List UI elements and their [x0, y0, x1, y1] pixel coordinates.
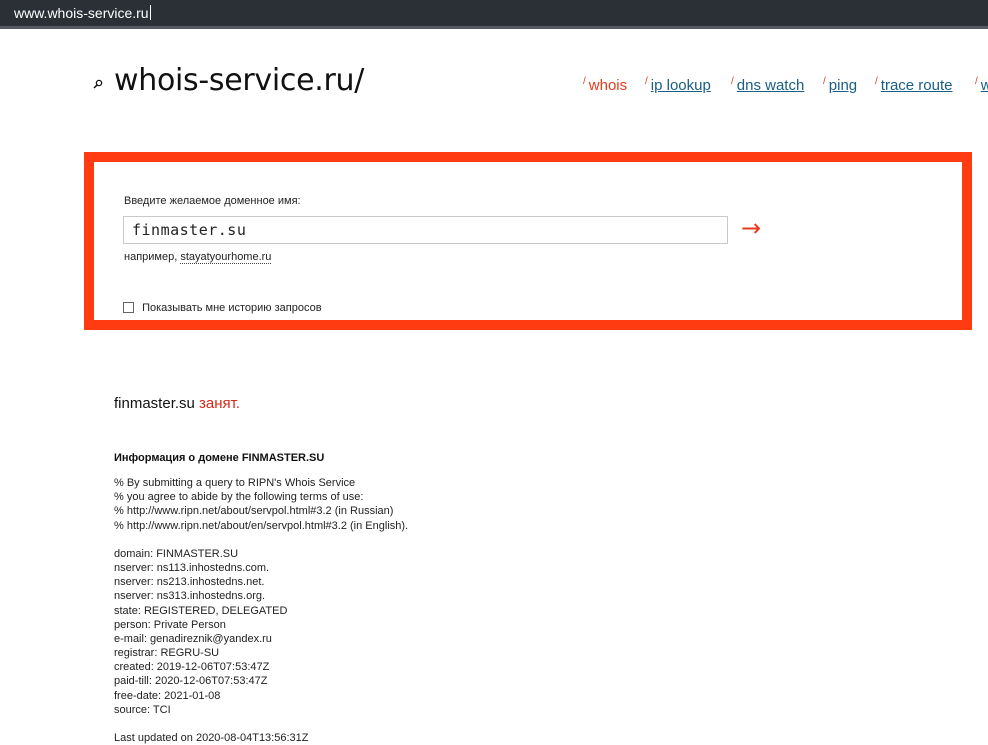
whois-terms-line: % http://www.ripn.net/about/servpol.html… — [114, 505, 394, 518]
nav-item-dns-watch[interactable]: / dns watch — [731, 76, 804, 94]
last-updated: Last updated on 2020-08-04T13:56:31Z — [114, 732, 309, 744]
whois-terms-line: % By submitting a query to RIPN's Whois … — [114, 477, 356, 489]
nav-item-ip-lookup[interactable]: / ip lookup — [645, 76, 711, 94]
result-status-line: finmaster.su занят. — [114, 395, 240, 412]
history-option[interactable]: Показывать мне историю запросов — [123, 296, 322, 314]
result-domain: finmaster.su — [114, 395, 195, 412]
history-checkbox-label[interactable]: Показывать мне историю запросов — [142, 302, 321, 314]
whois-record: paid-till: 2020-12-06T07:53:47Z — [114, 675, 268, 688]
whois-record: state: REGISTERED, DELEGATED — [114, 604, 288, 617]
whois-terms-line: % you agree to abide by the following te… — [114, 491, 364, 504]
submit-arrow-button[interactable]: → — [741, 214, 761, 242]
history-checkbox[interactable] — [123, 302, 134, 313]
whois-record: person: Private Person — [114, 618, 226, 631]
nav-tick: / — [975, 76, 978, 87]
nav-tick: / — [583, 76, 586, 87]
status-taken: занят. — [199, 395, 241, 412]
nav-tick: / — [875, 76, 878, 87]
whois-record: created: 2019-12-06T07:53:47Z — [114, 661, 270, 674]
url-text[interactable]: www.whois-service.ru — [14, 5, 151, 21]
example-hint: например, stayatyourhome.ru — [124, 251, 272, 264]
whois-terms-line: % http://www.ripn.net/about/en/servpol.h… — [114, 519, 409, 532]
whois-record: nserver: ns313.inhostedns.org. — [114, 590, 266, 603]
nav-item-truncated[interactable]: / w — [975, 76, 988, 94]
nav-item-trace-route[interactable]: / trace route — [875, 76, 953, 94]
whois-record: nserver: ns113.inhostedns.com. — [114, 561, 270, 574]
example-domain-link[interactable]: stayatyourhome.ru — [180, 251, 272, 264]
nav-tick: / — [645, 76, 648, 87]
browser-address-bar[interactable]: www.whois-service.ru — [0, 0, 988, 29]
nav-item-ping[interactable]: / ping — [823, 76, 857, 94]
whois-output: % By submitting a query to RIPN's Whois … — [114, 476, 408, 745]
whois-record: e-mail: genadireznik@yandex.ru — [114, 632, 272, 645]
nav-tick: / — [731, 76, 734, 87]
domain-field-label: Введите желаемое доменное имя: — [124, 195, 301, 207]
whois-record: source: TCI — [114, 703, 171, 716]
nav-tick: / — [823, 76, 826, 87]
whois-record: registrar: REGRU-SU — [114, 647, 220, 660]
nav-item-whois[interactable]: / whois — [583, 76, 627, 94]
whois-record: nserver: ns213.inhostedns.net. — [114, 576, 265, 589]
whois-info-title: Информация о домене FINMASTER.SU — [114, 452, 325, 464]
whois-record: free-date: 2021-01-08 — [114, 689, 221, 702]
domain-input[interactable] — [123, 216, 728, 244]
domain-search-form: Введите желаемое доменное имя: → наприме… — [84, 152, 972, 330]
text-caret — [149, 5, 151, 20]
main-nav: / whois / ip lookup / dns watch / ping / trac… — [0, 76, 988, 100]
whois-record: domain: FINMASTER.SU — [114, 547, 239, 560]
